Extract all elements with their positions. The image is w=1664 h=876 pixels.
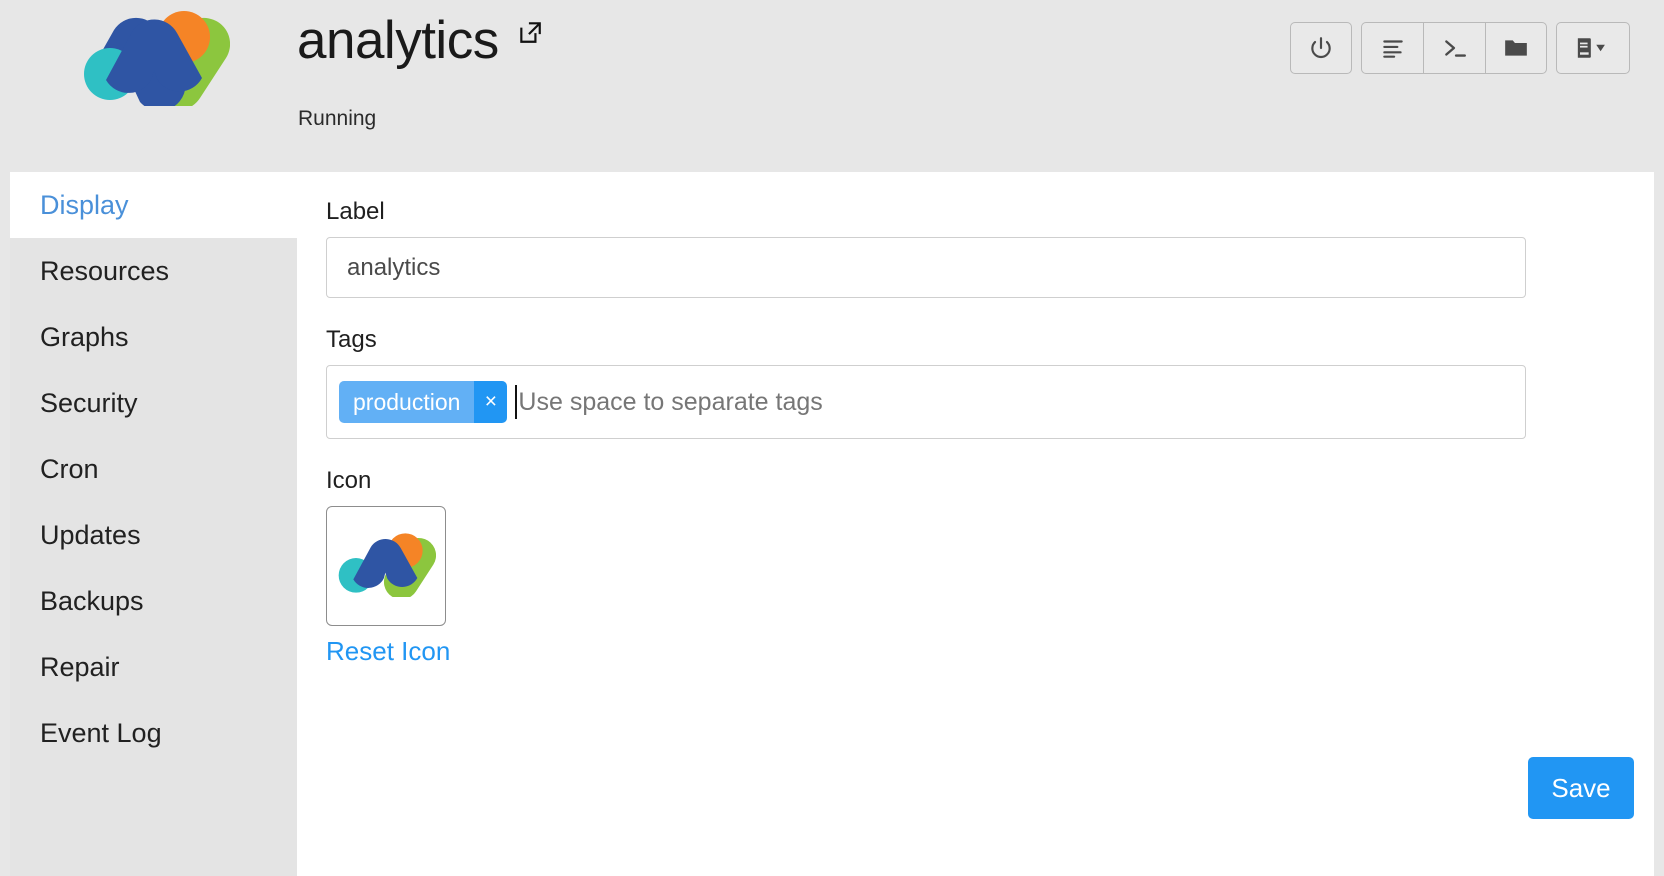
page-header: analytics Running xyxy=(0,0,1664,172)
files-button[interactable] xyxy=(1485,22,1547,74)
docs-menu-button[interactable] xyxy=(1556,22,1630,74)
sidebar-item-label: Display xyxy=(40,190,129,221)
sidebar-item-display[interactable]: Display xyxy=(10,172,307,238)
sidebar-item-label: Updates xyxy=(40,520,141,551)
save-button[interactable]: Save xyxy=(1528,757,1634,819)
sidebar-item-label: Event Log xyxy=(40,718,162,749)
tags-placeholder: Use space to separate tags xyxy=(518,388,822,417)
display-settings-panel: Label Tags production × Use space to sep… xyxy=(297,172,1654,876)
sidebar-item-label: Security xyxy=(40,388,138,419)
sidebar-item-event-log[interactable]: Event Log xyxy=(10,700,297,766)
sidebar-item-graphs[interactable]: Graphs xyxy=(10,304,297,370)
app-status: Running xyxy=(298,107,376,131)
sidebar-item-resources[interactable]: Resources xyxy=(10,238,297,304)
settings-card: Display Resources Graphs Security Cron U… xyxy=(10,172,1654,876)
analytics-brand-logo-icon xyxy=(336,531,436,602)
tag-remove-icon[interactable]: × xyxy=(474,381,507,423)
sidebar-item-label: Resources xyxy=(40,256,169,287)
reset-icon-link[interactable]: Reset Icon xyxy=(326,636,450,667)
tags-input-container[interactable]: production × Use space to separate tags xyxy=(326,365,1526,439)
tag-chip-production: production × xyxy=(339,381,507,423)
title-block: analytics xyxy=(297,14,543,67)
action-button-group xyxy=(1361,22,1547,74)
app-logo xyxy=(80,8,230,106)
sidebar-item-backups[interactable]: Backups xyxy=(10,568,297,634)
sidebar-item-label: Cron xyxy=(40,454,99,485)
sidebar-item-label: Graphs xyxy=(40,322,129,353)
sidebar-item-label: Backups xyxy=(40,586,144,617)
page-title: analytics xyxy=(297,14,499,67)
tag-chip-label: production xyxy=(339,381,474,423)
label-input[interactable] xyxy=(326,237,1526,298)
sidebar-item-cron[interactable]: Cron xyxy=(10,436,297,502)
icon-preview-button[interactable] xyxy=(326,506,446,626)
sidebar-item-security[interactable]: Security xyxy=(10,370,297,436)
settings-sidebar: Display Resources Graphs Security Cron U… xyxy=(10,172,297,876)
label-field-label: Label xyxy=(326,198,1624,226)
power-button[interactable] xyxy=(1290,22,1352,74)
external-link-icon[interactable] xyxy=(517,19,543,45)
logs-button[interactable] xyxy=(1361,22,1423,74)
sidebar-item-updates[interactable]: Updates xyxy=(10,502,297,568)
sidebar-item-label: Repair xyxy=(40,652,120,683)
icon-field-label: Icon xyxy=(326,467,1624,495)
tags-field-label: Tags xyxy=(326,326,1624,354)
console-button[interactable] xyxy=(1423,22,1485,74)
text-cursor xyxy=(515,385,517,419)
sidebar-item-repair[interactable]: Repair xyxy=(10,634,297,700)
header-toolbar xyxy=(1290,22,1630,74)
